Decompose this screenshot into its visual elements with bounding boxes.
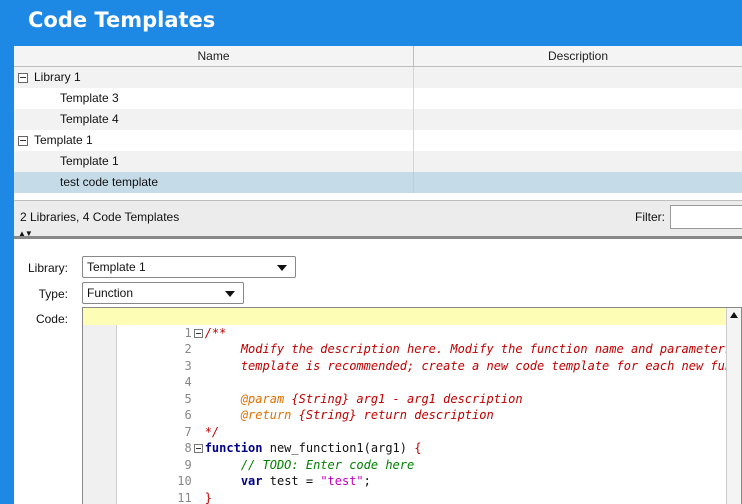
template-tree: Library 1 Template 3 Template 4 Template… [14,67,742,193]
column-header-name[interactable]: Name [14,46,414,67]
collapse-icon[interactable] [18,135,28,146]
chevron-down-icon [277,265,287,271]
tree-row-template[interactable]: Template 4 [14,109,742,130]
tree-row-template-selected[interactable]: test code template [14,172,742,193]
row-description [414,151,742,172]
template-count: 2 Libraries, 4 Code Templates [20,210,180,224]
chevron-down-icon [225,291,235,297]
line-number: 11 [177,490,192,504]
code-line[interactable]: 2 Modify the description here. Modify th… [83,325,741,356]
title-bar: Code Templates [14,0,742,46]
row-label: Template 1 [60,154,119,168]
code-line[interactable]: 4 [83,358,728,389]
row-label: Template 3 [60,91,119,105]
code-line[interactable]: 1/** [83,308,728,340]
type-label: Type: [38,287,68,301]
template-editor-form: Library: Template 1 Type: Function Code:… [14,239,742,504]
vertical-scrollbar[interactable] [726,308,741,504]
collapse-icon[interactable] [18,72,28,83]
code-line[interactable]: 11} [83,473,728,504]
status-bar: 2 Libraries, 4 Code Templates Filter: ▲▼ [14,200,742,238]
column-header-description[interactable]: Description [414,46,742,67]
tree-row-library[interactable]: Library 1 [14,67,742,88]
filter-label: Filter: [635,210,665,224]
scroll-up-icon[interactable] [730,312,738,318]
row-description [414,172,742,193]
tree-row-template[interactable]: Template 1 [14,151,742,172]
window-left-border [0,46,14,504]
code-line[interactable]: 6 @return {String} return description [83,391,728,422]
type-select[interactable]: Function [82,282,244,304]
code-line[interactable]: 9 // TODO: Enter code here [83,440,728,472]
tree-row-template[interactable]: Template 3 [14,88,742,109]
application-window: Code Templates Name Description Library … [0,0,742,504]
main-panel: Name Description Library 1 Template 3 Te… [14,46,742,504]
library-select[interactable]: Template 1 [82,256,296,278]
row-label: Library 1 [34,70,81,84]
code-line[interactable]: 7 */ [83,407,728,439]
row-label: Template 4 [60,112,119,126]
row-description [414,130,742,151]
type-select-value: Function [87,286,134,300]
code-editor[interactable]: 1/** 2 Modify the description here. Modi… [82,307,742,504]
row-description [414,67,742,88]
row-label: Template 1 [34,133,93,147]
table-header: Name Description [14,46,742,67]
filter-input[interactable] [670,205,742,229]
row-description [414,109,742,130]
code-line[interactable]: 8 function new_function1(arg1) { [83,424,728,455]
page-title: Code Templates [28,8,216,32]
library-label: Library: [27,261,68,275]
code-line[interactable]: 3 template is recommended; create a new … [83,341,741,373]
code-label: Code: [35,312,68,326]
library-select-value: Template 1 [87,260,146,274]
row-description [414,88,742,109]
tree-row-library[interactable]: Template 1 [14,130,742,151]
code-text: } [204,490,212,504]
code-line[interactable]: 10 var test = "test"; [83,457,728,488]
code-line[interactable]: 5 @param {String} arg1 - arg1 descriptio… [83,374,728,406]
row-label: test code template [60,175,159,189]
